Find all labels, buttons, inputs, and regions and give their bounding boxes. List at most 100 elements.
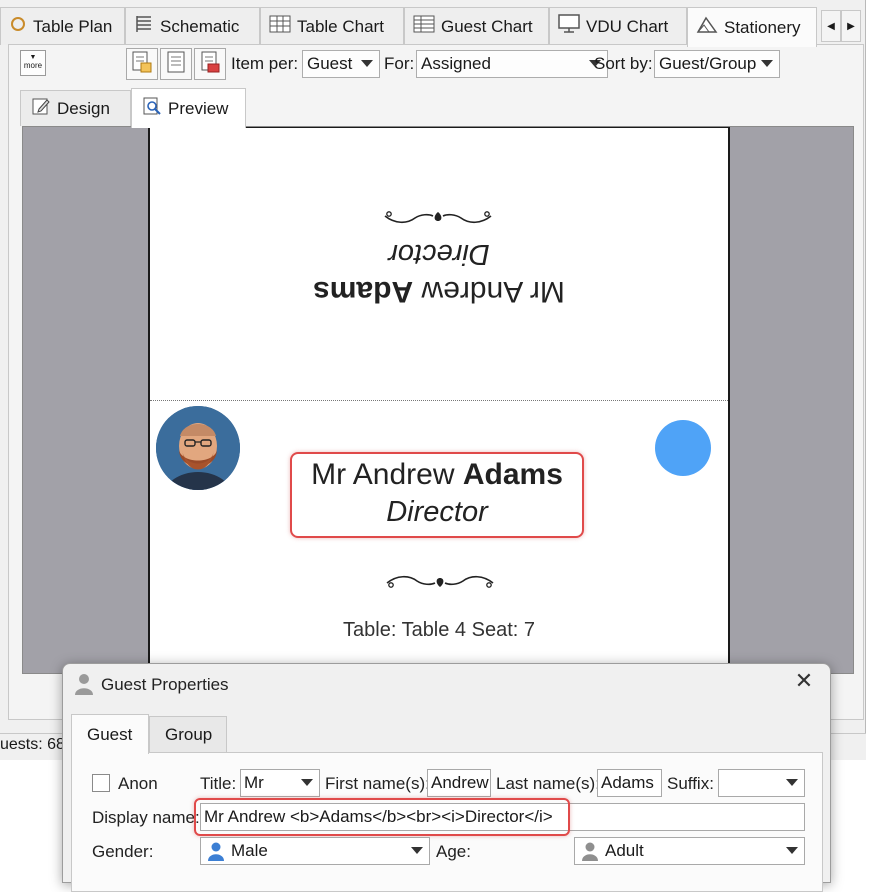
- for-select[interactable]: Assigned: [416, 50, 608, 78]
- suffix-select[interactable]: [718, 769, 805, 797]
- tab-group[interactable]: Group: [149, 716, 227, 752]
- preview-canvas[interactable]: Mr Andrew Adams Director Mr Andrew Adams…: [22, 126, 854, 674]
- last-name-field[interactable]: Adams: [597, 769, 662, 797]
- ornament-divider-icon: [386, 575, 494, 588]
- more-button[interactable]: ▼ more: [20, 50, 46, 76]
- first-name-label: First name(s):: [325, 774, 430, 793]
- tab-table-chart[interactable]: Table Chart: [260, 7, 404, 45]
- tab-guest-chart[interactable]: Guest Chart: [404, 7, 549, 45]
- dropdown-arrow-icon: [301, 779, 313, 786]
- back-name-bold: Adams: [313, 275, 414, 308]
- dropdown-arrow-icon: [761, 60, 773, 67]
- title-label: Title:: [200, 774, 237, 793]
- stationery-toolbar: ▼ more Item per: Guest For: Assigned Sor…: [20, 48, 860, 80]
- tab-design[interactable]: Design: [20, 90, 131, 126]
- print-pdf-icon: [199, 50, 221, 79]
- more-label: more: [23, 61, 43, 70]
- guest-count-status: uests: 68: [0, 736, 65, 753]
- adult-person-icon: [580, 841, 600, 864]
- group-color-dot: [655, 420, 711, 476]
- guest-tab-panel: Anon Title: Mr First name(s): Andrew Las…: [71, 752, 823, 892]
- stationery-icon: [696, 15, 718, 40]
- tab-scroll-right-button[interactable]: ▶: [841, 10, 861, 42]
- back-title-line: Director: [388, 238, 490, 270]
- tab-table-plan[interactable]: Table Plan: [0, 7, 125, 45]
- item-per-select[interactable]: Guest: [302, 50, 380, 78]
- tab-label: Table Chart: [297, 16, 384, 36]
- print-button[interactable]: [194, 48, 226, 80]
- dropdown-arrow-icon: [786, 847, 798, 854]
- for-label: For:: [384, 54, 415, 73]
- dialog-title: Guest Properties: [101, 675, 229, 694]
- male-person-icon: [206, 841, 226, 864]
- schematic-icon: [134, 14, 154, 39]
- tab-label: Table Plan: [33, 16, 113, 36]
- name-highlight-box: Mr Andrew Adams Director: [290, 452, 584, 538]
- guest-name-line: Mr Andrew Adams: [292, 458, 582, 492]
- tab-schematic[interactable]: Schematic: [125, 7, 260, 45]
- display-name-label: Display name:: [92, 808, 200, 827]
- place-card: Mr Andrew Adams Director Mr Andrew Adams…: [148, 127, 730, 673]
- tab-label: Stationery: [724, 17, 801, 37]
- tab-preview[interactable]: Preview: [131, 88, 246, 128]
- gender-label: Gender:: [92, 842, 154, 861]
- chevron-left-icon: ◀: [827, 20, 835, 32]
- main-window: 2 Table Plan Schematic Table Chart Guest…: [0, 0, 866, 760]
- anon-label: Anon: [118, 774, 158, 793]
- guest-chart-icon: [413, 14, 435, 39]
- back-name-line: Mr Andrew Adams: [150, 274, 728, 308]
- fold-line: [150, 400, 728, 401]
- tab-stationery[interactable]: Stationery: [687, 7, 817, 47]
- ornament-divider-icon: [384, 211, 492, 224]
- sort-by-select[interactable]: Guest/Group: [654, 50, 780, 78]
- layout-button[interactable]: [160, 48, 192, 80]
- guest-properties-dialog: Guest Properties ✕ Guest Group Anon Titl…: [62, 663, 831, 892]
- sort-by-label: Sort by:: [594, 54, 653, 73]
- chevron-right-icon: ▶: [847, 20, 855, 32]
- table-chart-icon: [269, 14, 291, 39]
- gender-select[interactable]: Male: [200, 837, 430, 865]
- display-name-highlight: [194, 798, 570, 836]
- back-name-prefix: Mr Andrew: [421, 275, 565, 308]
- close-icon[interactable]: ✕: [792, 670, 816, 694]
- first-name-value: Andrew: [431, 773, 489, 792]
- dropdown-arrow-icon: [786, 779, 798, 786]
- layout-icon: [165, 50, 187, 79]
- tab-guest[interactable]: Guest: [71, 714, 149, 754]
- view-tabbar: Table Plan Schematic Table Chart Guest C…: [0, 7, 866, 47]
- tab-label: Design: [57, 98, 110, 118]
- item-per-label: Item per:: [231, 54, 299, 73]
- page-setup-icon: [131, 50, 153, 79]
- item-per-value: Guest: [307, 54, 353, 73]
- tab-label: Guest Chart: [441, 16, 533, 36]
- age-select[interactable]: Adult: [574, 837, 805, 865]
- gender-value: Male: [231, 841, 268, 860]
- tab-label: Guest: [87, 724, 133, 744]
- guest-photo-avatar: [156, 406, 240, 490]
- design-icon: [31, 96, 51, 121]
- tab-scroll-left-button[interactable]: ◀: [821, 10, 841, 42]
- for-value: Assigned: [421, 54, 491, 73]
- last-name-label: Last name(s):: [496, 774, 600, 793]
- page-setup-button[interactable]: [126, 48, 158, 80]
- tab-label: VDU Chart: [586, 16, 669, 36]
- tab-label: Preview: [168, 98, 229, 118]
- person-icon: [73, 672, 95, 701]
- dropdown-arrow-icon: [411, 847, 423, 854]
- dropdown-arrow-icon: [361, 60, 373, 67]
- tab-label: Group: [165, 724, 213, 744]
- preview-icon: [142, 96, 162, 121]
- monitor-icon: [558, 14, 580, 39]
- tab-label: Schematic: [160, 16, 240, 36]
- tab-vdu-chart[interactable]: VDU Chart: [549, 7, 687, 45]
- suffix-label: Suffix:: [667, 774, 714, 793]
- place-card-back: Mr Andrew Adams Director: [150, 208, 728, 308]
- guest-name-prefix: Mr Andrew: [311, 458, 455, 491]
- first-name-field[interactable]: Andrew: [427, 769, 491, 797]
- sort-by-value: Guest/Group: [659, 54, 757, 73]
- age-value: Adult: [605, 841, 644, 860]
- last-name-value: Adams: [601, 773, 654, 792]
- anon-checkbox[interactable]: [92, 774, 110, 792]
- title-select[interactable]: Mr: [240, 769, 320, 797]
- guest-name-bold: Adams: [462, 458, 563, 491]
